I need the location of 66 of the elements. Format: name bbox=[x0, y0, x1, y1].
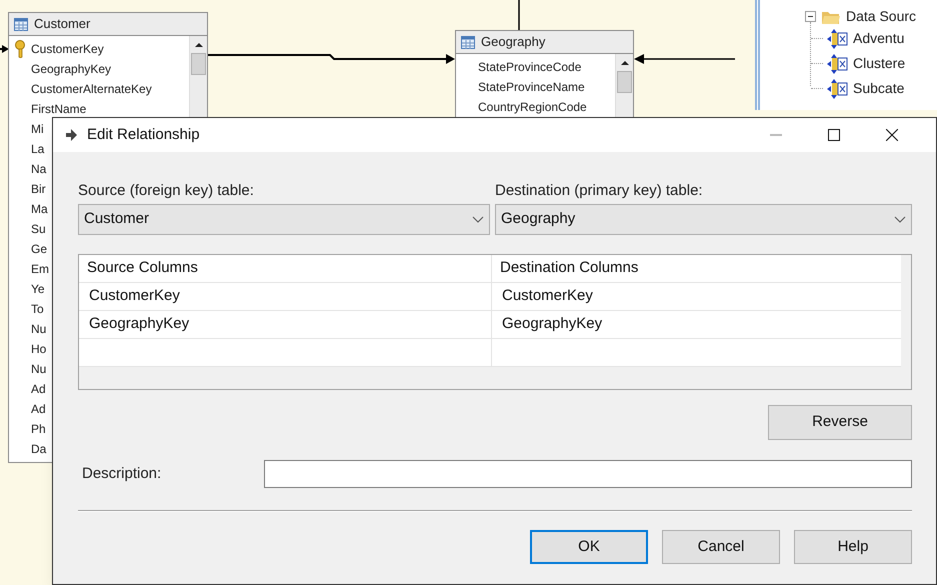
table-icon bbox=[461, 36, 475, 48]
column-name: CustomerKey bbox=[31, 41, 104, 58]
table-cell[interactable]: CustomerKey bbox=[79, 283, 492, 310]
view-icon bbox=[827, 78, 849, 98]
table-cell[interactable]: CustomerKey bbox=[492, 283, 901, 310]
column-name: StateProvinceName bbox=[478, 79, 585, 96]
tree-item[interactable]: Clustere bbox=[853, 53, 906, 74]
column-name: Ad bbox=[31, 401, 46, 418]
scrollbar[interactable] bbox=[615, 54, 633, 117]
dialog-button[interactable]: Help bbox=[794, 530, 912, 564]
view-icon bbox=[827, 28, 849, 48]
column-name: Bir bbox=[31, 181, 46, 198]
scroll-up-icon bbox=[621, 60, 629, 65]
column-name: Ad bbox=[31, 381, 46, 398]
table-dropdown[interactable]: Customer bbox=[78, 204, 490, 235]
description-field[interactable] bbox=[264, 460, 912, 488]
field-label: Description: bbox=[81, 464, 162, 484]
column-name: Ge bbox=[31, 241, 48, 258]
chevron-down-icon bbox=[894, 216, 906, 224]
column-name: Su bbox=[31, 221, 46, 238]
column-name: Ye bbox=[31, 281, 45, 298]
maximize-icon bbox=[828, 129, 840, 141]
scroll-thumb[interactable] bbox=[617, 71, 632, 93]
column-name: GeographyKey bbox=[31, 61, 112, 78]
chevron-down-icon bbox=[472, 216, 484, 224]
column-header: Destination Columns bbox=[499, 258, 640, 278]
column-name: La bbox=[31, 141, 44, 158]
column-name: Nu bbox=[31, 361, 46, 378]
dialog-button[interactable]: Cancel bbox=[662, 530, 780, 564]
table-box[interactable]: Geography StateProvinceCode StateProvinceName CountryRegionCode bbox=[455, 30, 634, 120]
relationship-line bbox=[518, 0, 520, 30]
table-title: Customer bbox=[34, 15, 90, 34]
table-cell[interactable]: GeographyKey bbox=[79, 311, 492, 338]
column-name: Em bbox=[31, 261, 49, 278]
window-title: Edit Relationship bbox=[87, 124, 200, 145]
table-title: Geography bbox=[481, 33, 546, 52]
relationship-line bbox=[0, 45, 9, 53]
tree-item[interactable]: Data Sourc bbox=[846, 6, 916, 27]
scroll-thumb[interactable] bbox=[191, 53, 206, 75]
column-name: FirstName bbox=[31, 101, 86, 118]
table-cell[interactable]: GeographyKey bbox=[492, 311, 901, 338]
scroll-up-icon bbox=[195, 42, 203, 47]
column-name: Nu bbox=[31, 321, 46, 338]
column-name: Da bbox=[31, 441, 46, 458]
field-label: Source (foreign key) table: bbox=[78, 181, 255, 201]
column-name: Ma bbox=[31, 201, 48, 218]
close-icon bbox=[886, 129, 898, 141]
column-name: To bbox=[31, 301, 44, 318]
column-name: Na bbox=[31, 161, 46, 178]
arrow-icon bbox=[65, 129, 77, 141]
tree-item[interactable]: Adventu bbox=[853, 28, 904, 49]
view-icon bbox=[827, 54, 849, 74]
table-icon bbox=[14, 18, 28, 30]
tree-item[interactable]: Subcate bbox=[853, 78, 904, 99]
column-name: Ho bbox=[31, 341, 46, 358]
column-header: Source Columns bbox=[79, 255, 492, 282]
dialog-button[interactable]: OK bbox=[530, 530, 648, 564]
table-dropdown[interactable]: Geography bbox=[495, 204, 912, 235]
column-name: CustomerAlternateKey bbox=[31, 81, 152, 98]
reverse-button[interactable]: Reverse bbox=[768, 405, 912, 440]
column-name: Ph bbox=[31, 421, 46, 438]
minimize-icon bbox=[770, 134, 782, 136]
column-name: StateProvinceCode bbox=[478, 59, 582, 76]
column-name: Mi bbox=[31, 121, 44, 138]
field-label: Destination (primary key) table: bbox=[495, 181, 704, 201]
column-name: CountryRegionCode bbox=[478, 99, 587, 116]
